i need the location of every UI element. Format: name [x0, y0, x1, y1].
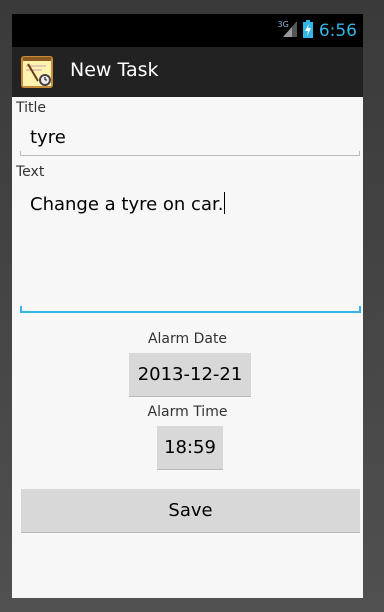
action-bar-title: New Task — [70, 59, 159, 81]
text-label: Text — [16, 164, 45, 180]
status-bar: 3G 6:56 — [12, 14, 363, 47]
action-bar: New Task — [12, 47, 363, 97]
title-label: Title — [16, 100, 47, 116]
battery-charging-icon — [302, 20, 313, 42]
network-type-label: 3G — [277, 20, 289, 29]
save-button[interactable]: Save — [21, 489, 360, 533]
alarm-date-label: Alarm Date — [147, 331, 228, 347]
notepad-alarm-icon[interactable] — [20, 55, 54, 89]
status-clock: 6:56 — [318, 21, 357, 41]
phone-screen: 3G 6:56 New Task Title tyre Text Change … — [12, 14, 363, 598]
alarm-date-button[interactable]: 2013-12-21 — [129, 353, 251, 397]
title-field-underline — [20, 151, 360, 156]
text-input-content[interactable]: Change a tyre on car. — [30, 194, 223, 215]
title-input-value[interactable]: tyre — [30, 127, 66, 148]
text-cursor — [224, 192, 226, 214]
device-frame: 3G 6:56 New Task Title tyre Text Change … — [0, 0, 384, 612]
text-field-underline — [20, 306, 361, 313]
status-icons: 3G 6:56 — [278, 19, 357, 43]
text-input-value[interactable]: Change a tyre on car. — [30, 192, 226, 215]
alarm-time-button[interactable]: 18:59 — [157, 426, 223, 470]
alarm-time-label: Alarm Time — [147, 404, 228, 420]
